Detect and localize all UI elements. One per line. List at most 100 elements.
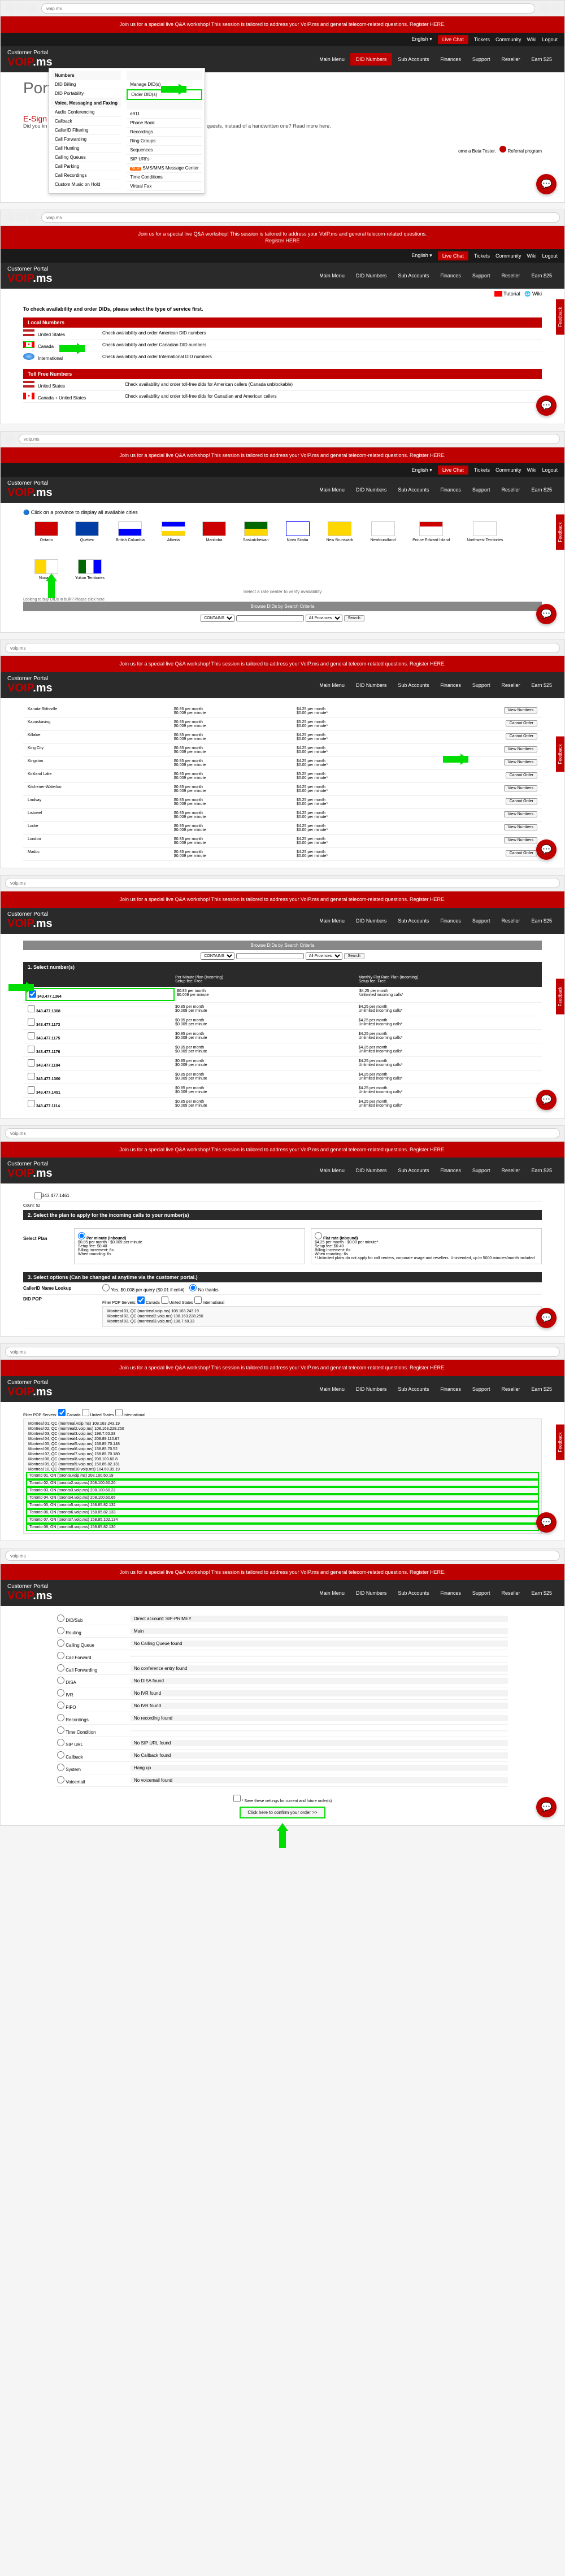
pop-item[interactable]: Montreal 08, QC (montreal8.voip.ms) 208.… [26, 1457, 539, 1462]
pop-item[interactable]: Toronto 06, ON (toronto6.voip.ms) 158.85… [26, 1509, 539, 1516]
pop-item[interactable]: Montreal 07, QC (montreal7.voip.ms) 158.… [26, 1452, 539, 1457]
nav-support[interactable]: Support [467, 269, 496, 282]
community-link[interactable]: Community [496, 253, 521, 259]
dd-item[interactable]: Sequences [127, 146, 202, 155]
feedback-tab[interactable]: Feedback [556, 1424, 564, 1460]
pop-item[interactable]: Montreal 01, QC (montreal.voip.ms) 108.1… [105, 1309, 539, 1314]
community-link[interactable]: Community [496, 37, 521, 42]
feedback-tab[interactable]: Feedback [556, 979, 564, 1015]
lang-select[interactable]: English ▾ [411, 253, 432, 259]
dd-item[interactable]: e911 [127, 110, 202, 119]
province-saskatchewan[interactable]: Saskatchewan [243, 521, 269, 542]
chat-fab[interactable]: 💬 [536, 174, 557, 194]
nav-earn[interactable]: Earn $25 [525, 269, 558, 282]
plan-radio-flat[interactable] [315, 1232, 322, 1239]
tickets-link[interactable]: Tickets [474, 253, 490, 259]
filter-us-cb[interactable] [161, 1296, 168, 1304]
confirm-order-button[interactable]: Click here to confirm your order >> [240, 1807, 325, 1818]
dd-item[interactable]: Call Hunting [51, 144, 121, 153]
province-northwest-territories[interactable]: Northwest Territories [467, 521, 503, 542]
province-quebec[interactable]: Quebec [75, 521, 99, 542]
tickets-link[interactable]: Tickets [474, 37, 490, 42]
pop-item[interactable]: Montreal 09, QC (montreal9.voip.ms) 158.… [26, 1462, 539, 1467]
dd-item[interactable]: SIP URI's [127, 155, 202, 164]
live-chat-link[interactable]: Live Chat [438, 35, 468, 44]
pop-item[interactable]: Toronto 02, ON (toronto2.voip.ms) 208.10… [26, 1480, 539, 1487]
routing-radio[interactable] [57, 1639, 64, 1647]
nav-did[interactable]: DID Numbers [350, 269, 393, 282]
pop-item[interactable]: Toronto 08, ON (toronto8.voip.ms) 158.85… [26, 1524, 539, 1531]
dd-item[interactable]: DID Billing [51, 80, 121, 89]
routing-radio[interactable] [57, 1776, 64, 1783]
view-numbers-button[interactable]: View Numbers [504, 811, 537, 817]
province-prince-edward-island[interactable]: Prince Edward Island [412, 521, 450, 542]
callerid-yes-radio[interactable] [102, 1284, 110, 1291]
wiki-link[interactable]: Wiki [527, 37, 536, 42]
routing-radio[interactable] [57, 1726, 64, 1734]
live-chat-link[interactable]: Live Chat [438, 465, 468, 475]
callerid-no-radio[interactable] [189, 1284, 197, 1291]
routing-radio[interactable] [57, 1702, 64, 1709]
province-alberta[interactable]: Alberta [162, 521, 185, 542]
nav-did[interactable]: DID Numbers [350, 53, 393, 66]
search-input[interactable] [236, 615, 304, 621]
pop-item[interactable]: Montreal 02, QC (montreal2.voip.ms) 108.… [105, 1314, 539, 1319]
dd-item[interactable]: Call Parking [51, 162, 121, 171]
dd-item[interactable]: Ring Groups [127, 137, 202, 146]
routing-radio[interactable] [57, 1627, 64, 1634]
tutorial-link[interactable]: Tutorial [503, 291, 520, 297]
url-bar[interactable]: voip.ms [41, 212, 560, 223]
plan-flat-rate[interactable]: Flat rate (Inbound) $4.25 per month - $0… [311, 1228, 542, 1264]
number-checkbox[interactable] [34, 1192, 42, 1199]
wiki-link[interactable]: Wiki [532, 291, 542, 297]
pop-item[interactable]: Toronto 04, ON (toronto4.voip.ms) 208.10… [26, 1494, 539, 1502]
search-button[interactable]: Search [344, 615, 364, 621]
province-select[interactable]: All Provinces [306, 615, 342, 622]
view-numbers-button[interactable]: View Numbers [504, 824, 537, 830]
dd-item[interactable]: Audio Conferencing [51, 108, 121, 117]
tollfree-row-ca-us[interactable]: Canada + United StatesCheck availability… [23, 391, 542, 403]
pop-item[interactable]: Montreal 02, QC (montreal2.voip.ms) 108.… [26, 1426, 539, 1431]
routing-radio[interactable] [57, 1689, 64, 1696]
dd-item[interactable]: Recordings [127, 128, 202, 137]
pop-item[interactable]: Montreal 06, QC (montreal6.voip.ms) 158.… [26, 1447, 539, 1452]
view-numbers-button[interactable]: Cannot Order [506, 798, 537, 804]
contains-select[interactable]: CONTAINS [201, 615, 234, 622]
chat-fab[interactable]: 💬 [536, 839, 557, 860]
pop-item[interactable]: Toronto 07, ON (toronto7.voip.ms) 158.85… [26, 1516, 539, 1524]
dd-item[interactable]: Call Forwarding [51, 135, 121, 144]
plan-per-minute[interactable]: Per minute (Inbound) $0.85 per month - $… [74, 1228, 305, 1264]
nav-finances[interactable]: Finances [434, 269, 467, 282]
country-row-canada[interactable]: CanadaCheck availability and order Canad… [23, 340, 542, 351]
view-numbers-button[interactable]: View Numbers [504, 759, 537, 765]
logout-link[interactable]: Logout [542, 37, 558, 42]
pop-item[interactable]: Montreal 10, QC (montreal10.voip.ms) 104… [26, 1467, 539, 1472]
dd-item[interactable]: CallerID Filtering [51, 126, 121, 135]
number-checkbox[interactable] [28, 1005, 35, 1012]
view-numbers-button[interactable]: Cannot Order [506, 733, 537, 739]
pop-item[interactable]: Toronto 01, ON (toronto.voip.ms) 208.100… [26, 1472, 539, 1480]
dd-item[interactable]: NEW SMS/MMS Message Center [127, 164, 202, 173]
number-checkbox[interactable] [28, 1086, 35, 1094]
contains-select[interactable]: CONTAINS [201, 952, 234, 960]
province-new-brunswick[interactable]: New Brunswick [327, 521, 354, 542]
province-newfoundland[interactable]: Newfoundland [370, 521, 395, 542]
feedback-tab[interactable]: Feedback [556, 514, 564, 550]
nav-sub[interactable]: Sub Accounts [392, 53, 434, 66]
number-checkbox[interactable] [28, 1046, 35, 1053]
nav-support[interactable]: Support [467, 53, 496, 66]
routing-radio[interactable] [57, 1751, 64, 1759]
routing-radio[interactable] [57, 1652, 64, 1659]
dd-item[interactable]: Time Conditions [127, 173, 202, 182]
pop-item[interactable]: Montreal 04, QC (montreal4.voip.ms) 208.… [26, 1437, 539, 1442]
feedback-tab[interactable]: Feedback [556, 299, 564, 334]
pop-item[interactable]: Montreal 03, QC (montreal3.voip.ms) 198.… [105, 1319, 539, 1324]
pop-item[interactable]: Montreal 05, QC (montreal5.voip.ms) 158.… [26, 1442, 539, 1447]
save-settings-cb[interactable] [233, 1795, 241, 1802]
number-checkbox[interactable] [28, 1019, 35, 1026]
dd-item[interactable]: Callback [51, 117, 121, 126]
nav-reseller[interactable]: Reseller [496, 269, 525, 282]
pop-item[interactable]: Montreal 01, QC (montreal.voip.ms) 108.1… [26, 1421, 539, 1426]
chat-fab[interactable]: 💬 [536, 395, 557, 416]
dd-item[interactable]: Phone Book [127, 119, 202, 128]
